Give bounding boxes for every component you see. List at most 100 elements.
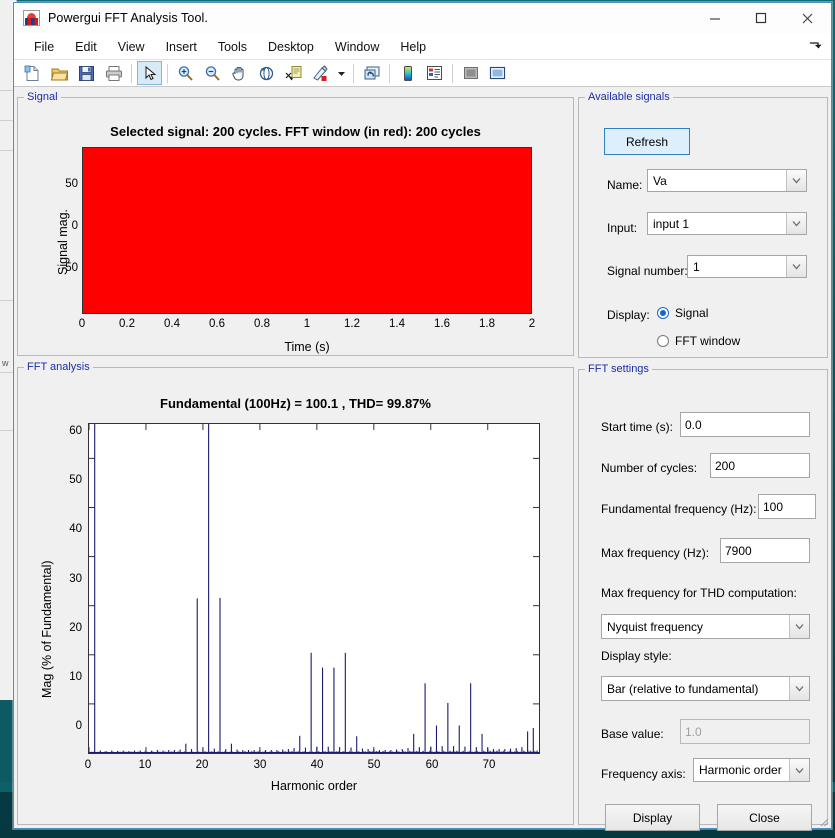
fft-ytick-50: 50	[69, 474, 82, 486]
frequency-axis-value: Harmonic order	[699, 763, 782, 777]
radio-display-fft-window[interactable]: FFT window	[657, 334, 740, 348]
colorbar-icon[interactable]	[395, 61, 420, 85]
fft-panel-legend: FFT analysis	[27, 361, 90, 373]
brush-data-icon[interactable]	[308, 61, 333, 85]
refresh-button[interactable]: Refresh	[604, 128, 690, 155]
resize-grip[interactable]	[817, 814, 829, 827]
signal-xtick-06: 0.6	[209, 318, 225, 330]
close-button-fft[interactable]: Close	[717, 804, 812, 831]
menu-overflow-arrow-icon[interactable]	[809, 39, 823, 53]
menu-item-file[interactable]: File	[25, 37, 63, 57]
frequency-axis-label: Frequency axis:	[601, 767, 686, 781]
menu-bar: File Edit View Insert Tools Desktop Wind…	[14, 34, 831, 60]
zoom-in-icon[interactable]	[173, 61, 198, 85]
start-time-input[interactable]: 0.0	[680, 412, 810, 437]
menu-item-tools[interactable]: Tools	[209, 37, 256, 57]
radio-signal-indicator	[657, 307, 669, 319]
display-button[interactable]: Display	[605, 804, 700, 831]
toolbar-separator	[353, 63, 354, 83]
hide-plot-tools-icon[interactable]	[458, 61, 483, 85]
powergui-fft-window: Powergui FFT Analysis Tool. File Edit Vi…	[13, 2, 832, 831]
max-frequency-input[interactable]: 7900	[720, 538, 810, 563]
chevron-down-icon	[789, 615, 809, 638]
signal-xtick-2: 2	[528, 318, 536, 330]
chevron-down-icon	[789, 677, 809, 700]
radio-fft-window-label: FFT window	[675, 334, 741, 348]
link-data-icon[interactable]	[359, 61, 384, 85]
content-area: Signal Selected signal: 200 cycles. FFT …	[14, 87, 831, 831]
chevron-down-icon	[786, 256, 806, 277]
menu-item-desktop[interactable]: Desktop	[259, 37, 323, 57]
signal-yaxis-label: Signal mag.	[56, 208, 70, 275]
input-dropdown[interactable]: input 1	[647, 212, 807, 235]
toolbar-separator	[131, 63, 132, 83]
base-value-label: Base value:	[601, 727, 664, 741]
right-column: Available signals Refresh Name: Va Input…	[578, 91, 828, 831]
print-figure-icon[interactable]	[101, 61, 126, 85]
rotate-3d-icon[interactable]	[254, 61, 279, 85]
maximize-button[interactable]	[738, 3, 784, 33]
fft-xtick-10: 10	[138, 759, 152, 771]
radio-fft-window-indicator	[657, 335, 669, 347]
input-label: Input:	[607, 221, 638, 235]
window-title: Powergui FFT Analysis Tool.	[48, 11, 208, 25]
new-figure-icon[interactable]	[20, 61, 45, 85]
legend-icon[interactable]	[422, 61, 447, 85]
max-frequency-thd-label: Max frequency for THD computation:	[601, 586, 797, 600]
menu-item-window[interactable]: Window	[326, 37, 388, 57]
data-cursor-icon[interactable]	[281, 61, 306, 85]
radio-display-signal[interactable]: Signal	[657, 306, 708, 320]
menu-item-edit[interactable]: Edit	[66, 37, 106, 57]
close-button[interactable]	[784, 3, 830, 33]
signal-xtick-12: 1.2	[344, 318, 360, 330]
pointer-select-icon[interactable]	[137, 61, 162, 85]
fundamental-frequency-input[interactable]: 100	[758, 494, 816, 519]
fft-ytick-40: 40	[69, 523, 82, 535]
display-label: Display:	[607, 308, 650, 322]
signal-axes	[82, 147, 532, 314]
available-signals-legend: Available signals	[588, 91, 670, 103]
menu-item-help[interactable]: Help	[391, 37, 435, 57]
title-bar[interactable]: Powergui FFT Analysis Tool.	[14, 3, 831, 34]
name-value: Va	[653, 173, 667, 188]
toolbar-separator	[452, 63, 453, 83]
name-dropdown[interactable]: Va	[647, 169, 807, 192]
fft-xtick-60: 60	[425, 759, 439, 771]
fundamental-frequency-label: Fundamental frequency (Hz):	[601, 502, 757, 516]
show-plot-tools-icon[interactable]	[485, 61, 510, 85]
chevron-down-icon	[786, 170, 806, 191]
open-file-icon[interactable]	[47, 61, 72, 85]
menu-item-insert[interactable]: Insert	[157, 37, 206, 57]
toolbar-separator	[389, 63, 390, 83]
fft-ytick-0: 0	[75, 720, 82, 732]
number-of-cycles-label: Number of cycles:	[601, 461, 698, 475]
fft-spectrum-plot[interactable]: Fundamental (100Hz) = 100.1 , THD= 99.87…	[18, 373, 573, 824]
signal-fft-window-fill	[83, 148, 531, 313]
display-style-dropdown[interactable]: Bar (relative to fundamental)	[601, 676, 810, 701]
signal-xtick-16: 1.6	[434, 318, 450, 330]
signal-xtick-02: 0.2	[119, 318, 135, 330]
name-label: Name:	[607, 178, 643, 192]
pan-hand-icon[interactable]	[227, 61, 252, 85]
zoom-out-icon[interactable]	[200, 61, 225, 85]
number-of-cycles-input[interactable]: 200	[710, 453, 810, 478]
toolbar	[14, 60, 831, 87]
frequency-axis-dropdown[interactable]: Harmonic order	[693, 758, 810, 782]
input-value: input 1	[653, 216, 690, 231]
fft-xtick-20: 20	[195, 759, 209, 771]
signal-xtick-1: 1	[303, 318, 311, 330]
minimize-button[interactable]	[692, 3, 738, 33]
base-value-input[interactable]: 1.0	[680, 719, 810, 744]
fft-axes	[88, 423, 540, 754]
fft-xtick-40: 40	[310, 759, 324, 771]
signal-number-dropdown[interactable]: 1	[687, 255, 807, 278]
fft-xtick-50: 50	[367, 759, 381, 771]
save-figure-icon[interactable]	[74, 61, 99, 85]
signal-ytick-50: 50	[65, 178, 78, 190]
display-style-label: Display style:	[601, 649, 672, 663]
brush-dropdown-arrow-icon[interactable]	[335, 61, 348, 85]
signal-panel: Signal Selected signal: 200 cycles. FFT …	[17, 91, 574, 356]
fft-xtick-70: 70	[482, 759, 496, 771]
max-frequency-thd-dropdown[interactable]: Nyquist frequency	[601, 614, 810, 639]
menu-item-view[interactable]: View	[109, 37, 154, 57]
